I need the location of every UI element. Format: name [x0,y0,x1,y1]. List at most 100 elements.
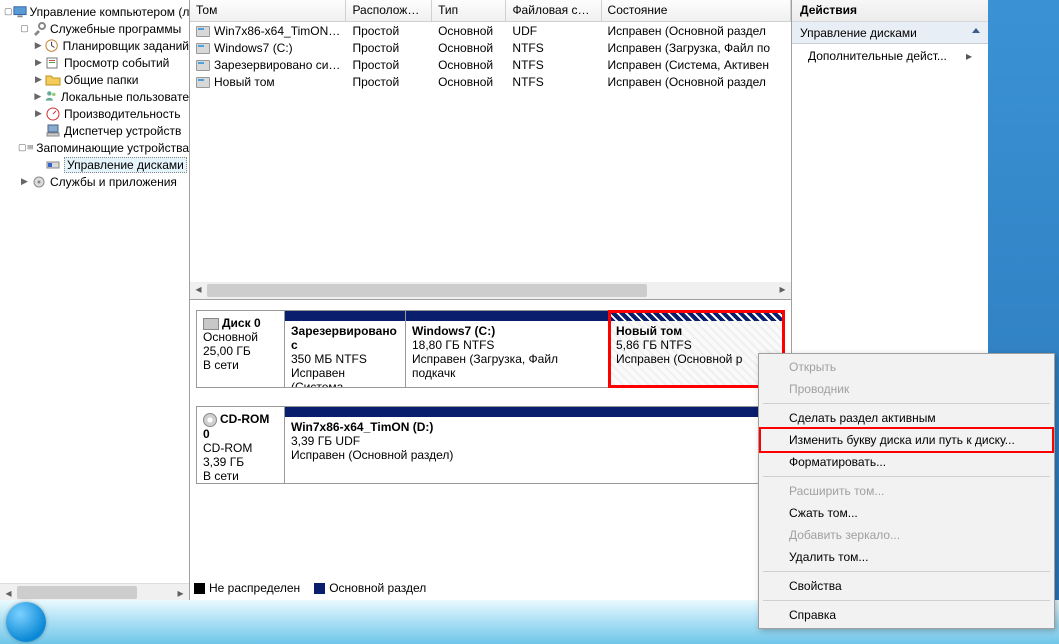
volume-layout: Простой [346,75,432,89]
drive-icon [196,43,210,54]
disk-icon [203,318,219,330]
table-row[interactable]: Windows7 (C:) Простой Основной NTFS Испр… [190,39,791,56]
tree-item-device-manager[interactable]: Диспетчер устройств [0,122,189,139]
disk-mgmt-icon [45,157,61,173]
disk-label[interactable]: Диск 0 Основной 25,00 ГБ В сети [197,311,285,387]
menu-item-shrink[interactable]: Сжать том... [761,502,1052,524]
tree-root[interactable]: ▢ Управление компьютером (ло [0,3,189,20]
scroll-left-icon[interactable]: ◂ [0,584,17,600]
column-header-type[interactable]: Тип [432,0,506,21]
table-row[interactable]: Win7x86-x64_TimON (D:) Простой Основной … [190,22,791,39]
legend-label: Основной раздел [329,581,426,595]
tree-item-local-users[interactable]: ▶ Локальные пользовате [0,88,189,105]
clock-icon [44,38,59,54]
tree-item-disk-management[interactable]: Управление дисками [0,156,189,173]
scroll-left-icon[interactable]: ◂ [190,282,207,299]
partition-size: 3,39 ГБ UDF [291,434,360,448]
collapse-icon[interactable]: ▢ [4,6,13,17]
volume-name: Windows7 (C:) [214,41,293,55]
volume-type: Основной [432,75,506,89]
collapse-caret-icon [972,28,980,33]
menu-item-properties[interactable]: Свойства [761,575,1052,597]
scrollbar-thumb[interactable] [207,284,647,297]
volume-table-scrollbar[interactable]: ◂ ▸ [190,282,791,299]
actions-sub-label: Управление дисками [800,26,917,40]
disk-type: Основной [203,330,258,344]
menu-item-extend[interactable]: Расширить том... [761,480,1052,502]
actions-more-item[interactable]: Дополнительные дейст... ▸ [792,44,988,68]
partition-header-bar [285,407,784,417]
actions-header: Действия [792,0,988,22]
legend-bar: Не распределен Основной раздел [194,580,787,596]
menu-item-add-mirror[interactable]: Добавить зеркало... [761,524,1052,546]
volume-layout: Простой [346,41,432,55]
tree-item-performance[interactable]: ▶ Производительность [0,105,189,122]
actions-subheader[interactable]: Управление дисками [792,22,988,44]
partition-size: 18,80 ГБ NTFS [412,338,494,352]
volume-type: Основной [432,41,506,55]
tree-label: Служебные программы [50,22,181,36]
column-header-filesystem[interactable]: Файловая система [506,0,601,21]
collapse-icon[interactable]: ▢ [18,142,27,153]
volume-layout: Простой [346,24,432,38]
context-menu: Открыть Проводник Сделать раздел активны… [758,353,1055,629]
partition-cdrom[interactable]: Win7x86-x64_TimON (D:) 3,39 ГБ UDF Испра… [285,407,784,483]
volume-table-body: Win7x86-x64_TimON (D:) Простой Основной … [190,22,791,90]
tree-item-task-scheduler[interactable]: ▶ Планировщик заданий [0,37,189,54]
scrollbar-thumb[interactable] [17,586,137,599]
menu-item-make-active[interactable]: Сделать раздел активным [761,407,1052,429]
collapse-icon[interactable]: ▢ [18,23,31,34]
tree-label: Управление дисками [64,157,187,173]
column-header-volume[interactable]: Том [190,0,346,21]
device-icon [45,123,61,139]
cdrom-icon [203,413,217,427]
volume-name: Зарезервировано системой [214,58,346,72]
partition-status: Исправен (Основной раздел) [291,448,453,462]
performance-icon [45,106,61,122]
menu-item-change-drive-letter[interactable]: Изменить букву диска или путь к диску... [761,429,1052,451]
partition-name: Windows7 (C:) [412,324,603,338]
computer-icon [13,4,27,20]
disk-map-area: Диск 0 Основной 25,00 ГБ В сети Зарезерв… [190,300,791,580]
menu-item-help[interactable]: Справка [761,604,1052,626]
volume-fs: NTFS [506,58,601,72]
menu-item-format[interactable]: Форматировать... [761,451,1052,473]
menu-item-open[interactable]: Открыть [761,356,1052,378]
column-header-status[interactable]: Состояние [602,0,791,21]
menu-item-explorer[interactable]: Проводник [761,378,1052,400]
partition-windows7[interactable]: Windows7 (C:) 18,80 ГБ NTFS Исправен (За… [405,311,609,387]
tree-horizontal-scrollbar[interactable]: ◂ ▸ [0,583,189,600]
disk-row-cdrom: CD-ROM 0 CD-ROM 3,39 ГБ В сети Win7x86-x… [196,406,785,484]
volume-status: Исправен (Основной раздел [601,75,791,89]
services-icon [31,174,47,190]
tree-item-services[interactable]: ▶ Службы и приложения [0,173,189,190]
tree-item-storage[interactable]: ▢ Запоминающие устройства [0,139,189,156]
menu-item-delete-volume[interactable]: Удалить том... [761,546,1052,568]
disk-type: CD-ROM [203,441,252,455]
scroll-right-icon[interactable]: ▸ [172,584,189,600]
tree-item-shared-folders[interactable]: ▶ Общие папки [0,71,189,88]
legend-label: Не распределен [209,581,300,595]
column-header-layout[interactable]: Расположение [346,0,432,21]
disk-size: 25,00 ГБ [203,344,251,358]
table-row[interactable]: Зарезервировано системой Простой Основно… [190,56,791,73]
actions-item-label: Дополнительные дейст... [808,49,947,63]
tree-label: Запоминающие устройства [36,141,189,155]
partition-header-bar [285,311,405,321]
tree-label: Общие папки [64,73,138,87]
partition-name: Новый том [616,324,778,338]
partition-system-reserved[interactable]: Зарезервировано с 350 МБ NTFS Исправен (… [285,311,405,387]
disk-label[interactable]: CD-ROM 0 CD-ROM 3,39 ГБ В сети [197,407,285,483]
table-row[interactable]: Новый том Простой Основной NTFS Исправен… [190,73,791,90]
partition-status: Исправен (Основной р [616,352,742,366]
disk-title: Диск 0 [222,316,261,330]
partition-header-bar [610,311,784,321]
disk-size: 3,39 ГБ [203,455,244,469]
tree-item-event-viewer[interactable]: ▶ Просмотр событий [0,54,189,71]
tree-item-system-tools[interactable]: ▢ Служебные программы [0,20,189,37]
partition-size: 5,86 ГБ NTFS [616,338,692,352]
scroll-right-icon[interactable]: ▸ [774,282,791,299]
start-button[interactable] [6,602,46,642]
drive-icon [196,26,210,37]
partition-status: Исправен (Загрузка, Файл подкачк [412,352,558,380]
